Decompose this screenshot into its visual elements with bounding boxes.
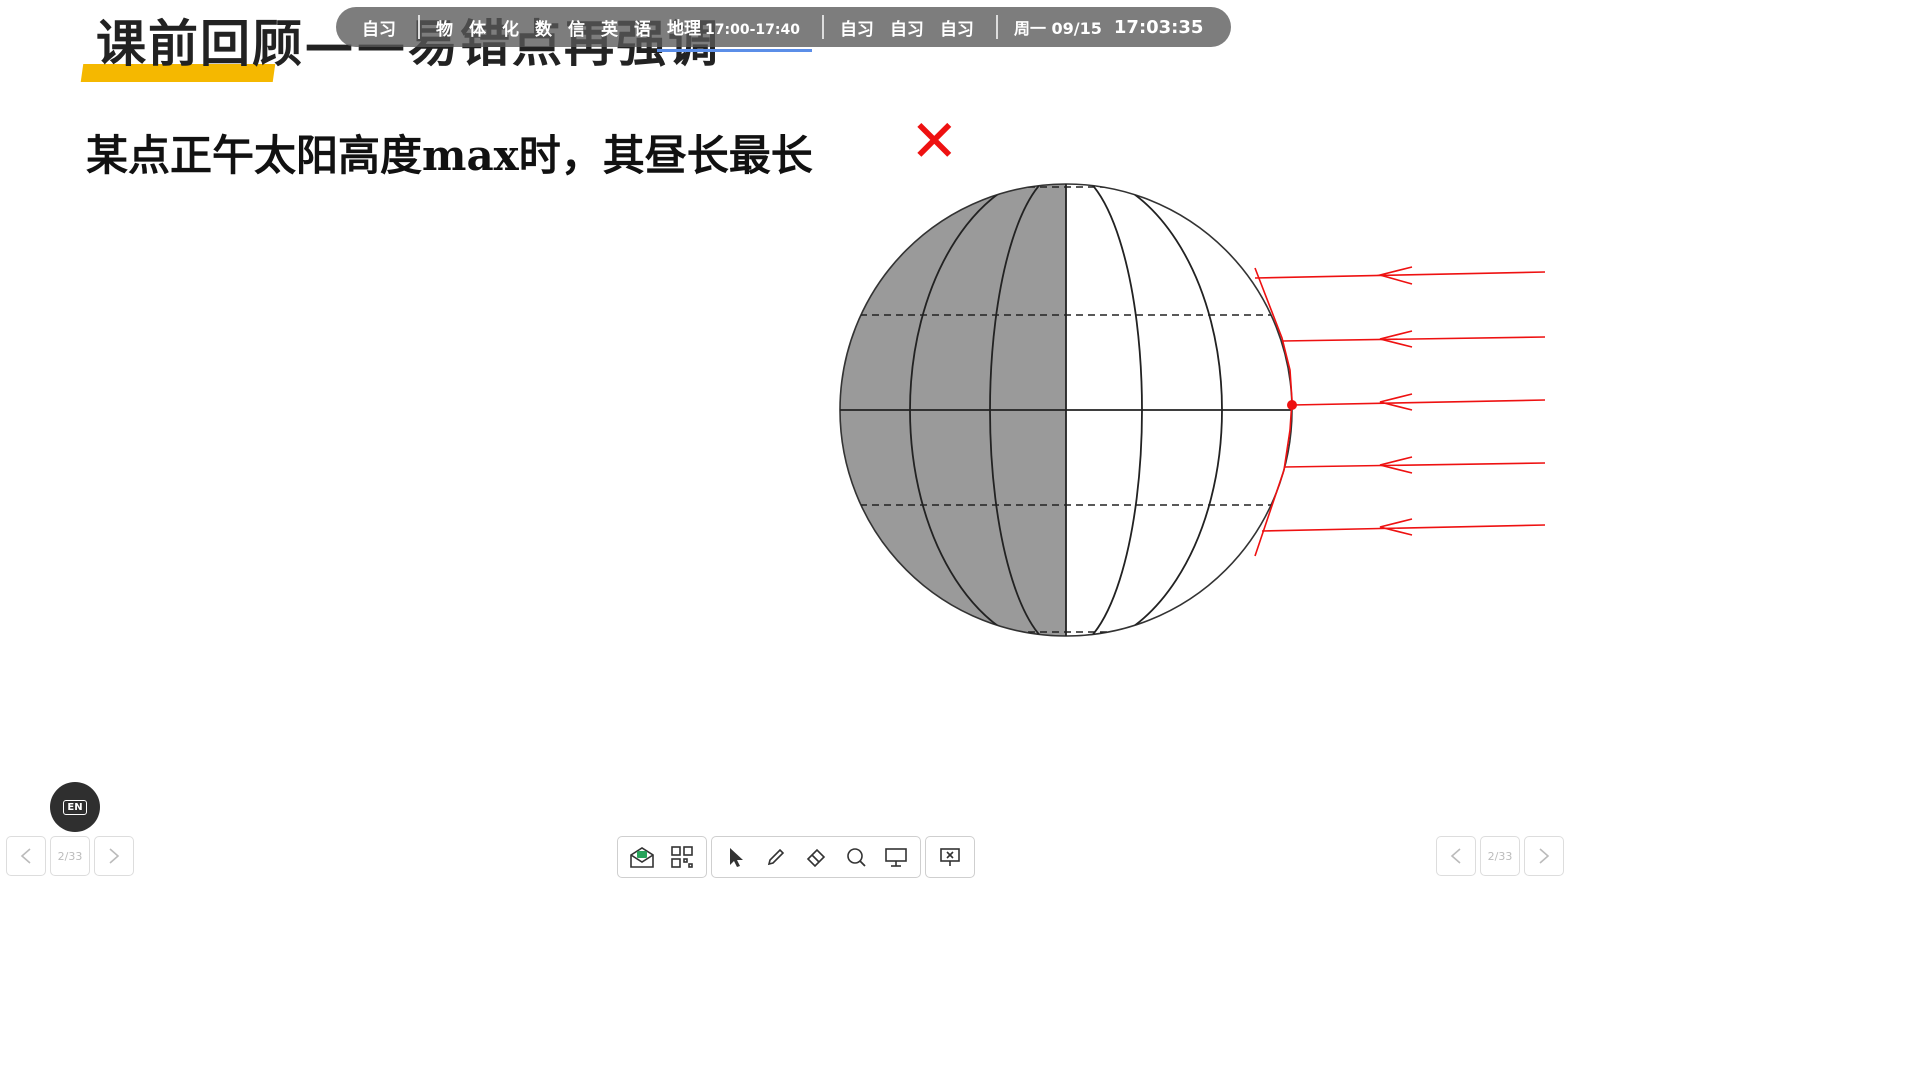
chevron-left-icon [1450, 848, 1461, 864]
select-cursor-icon [730, 848, 743, 867]
search-button[interactable] [836, 837, 876, 877]
schedule-subject[interactable]: 体 [469, 15, 486, 40]
ray-arrowhead [1379, 518, 1413, 536]
page-indicator[interactable]: 2/33 [1480, 836, 1520, 876]
pen-button[interactable] [756, 837, 796, 877]
envelope-icon [630, 847, 654, 868]
pager-right: 2/33 [1436, 836, 1564, 876]
current-time-range: 17:00-17:40 [705, 21, 800, 38]
schedule-item[interactable]: 自习 [362, 15, 396, 40]
pager-left: 2/33 [6, 836, 134, 876]
screen-icon [885, 848, 907, 867]
schedule-date: 周一 09/15 [1013, 19, 1102, 38]
schedule-subject[interactable]: 化 [502, 15, 519, 40]
class-progress-bar [657, 48, 812, 52]
schedule-bar: 自习 物 体 化 数 信 英 语 地理 17:00-17:40 自习 自习 自习 … [336, 7, 1231, 52]
schedule-subject[interactable]: 英 [601, 15, 618, 40]
toolbar-group-share [617, 836, 707, 878]
schedule-divider [821, 15, 824, 39]
eraser-icon [806, 848, 826, 868]
chevron-right-icon [109, 848, 120, 864]
next-page-button[interactable] [1524, 836, 1564, 876]
pen-icon [767, 848, 785, 866]
select-cursor-button[interactable] [716, 837, 756, 877]
presentation-toolbar [617, 836, 975, 878]
current-subject: 地理 [667, 18, 701, 39]
statement-text: 某点正午太阳高度max时，其昼长最长 [86, 131, 813, 180]
close-presentation-button[interactable] [930, 837, 970, 877]
sun-ray [1283, 462, 1546, 468]
earth-illumination-diagram [839, 183, 1546, 637]
toolbar-group-tools [711, 836, 921, 878]
schedule-subject[interactable]: 信 [568, 15, 585, 40]
sun-ray [1291, 399, 1546, 406]
next-page-button[interactable] [94, 836, 134, 876]
schedule-divider [418, 15, 420, 39]
close-presentation-icon [940, 848, 960, 866]
eraser-button[interactable] [796, 837, 836, 877]
chevron-left-icon [20, 848, 31, 864]
prev-page-button[interactable] [6, 836, 46, 876]
schedule-current-class[interactable]: 地理 17:00-17:40 [657, 14, 812, 52]
sun-ray [1254, 271, 1546, 279]
search-icon [847, 848, 866, 867]
terminator-tangent [1254, 267, 1293, 557]
chevron-right-icon [1539, 848, 1550, 864]
qr-code-icon [671, 846, 693, 868]
schedule-item[interactable]: 自习 [840, 15, 874, 40]
language-toggle-button[interactable]: EN [50, 782, 100, 832]
schedule-clock: 17:03:35 [1113, 16, 1204, 38]
schedule-subject[interactable]: 物 [436, 15, 453, 40]
schedule-subject[interactable]: 数 [535, 15, 552, 40]
earth-globe [839, 183, 1293, 637]
envelope-button[interactable] [622, 837, 662, 877]
qr-code-button[interactable] [662, 837, 702, 877]
language-label: EN [63, 799, 87, 815]
schedule-divider [995, 15, 998, 39]
schedule-subject[interactable]: 语 [634, 15, 651, 40]
screen-button[interactable] [876, 837, 916, 877]
schedule-item[interactable]: 自习 [940, 15, 974, 40]
schedule-item[interactable]: 自习 [890, 15, 924, 40]
sun-ray [1261, 524, 1546, 532]
prev-page-button[interactable] [1436, 836, 1476, 876]
page-indicator[interactable]: 2/33 [50, 836, 90, 876]
toolbar-group-exit [925, 836, 975, 878]
sun-rays [1254, 266, 1546, 557]
sun-ray [1281, 336, 1546, 342]
